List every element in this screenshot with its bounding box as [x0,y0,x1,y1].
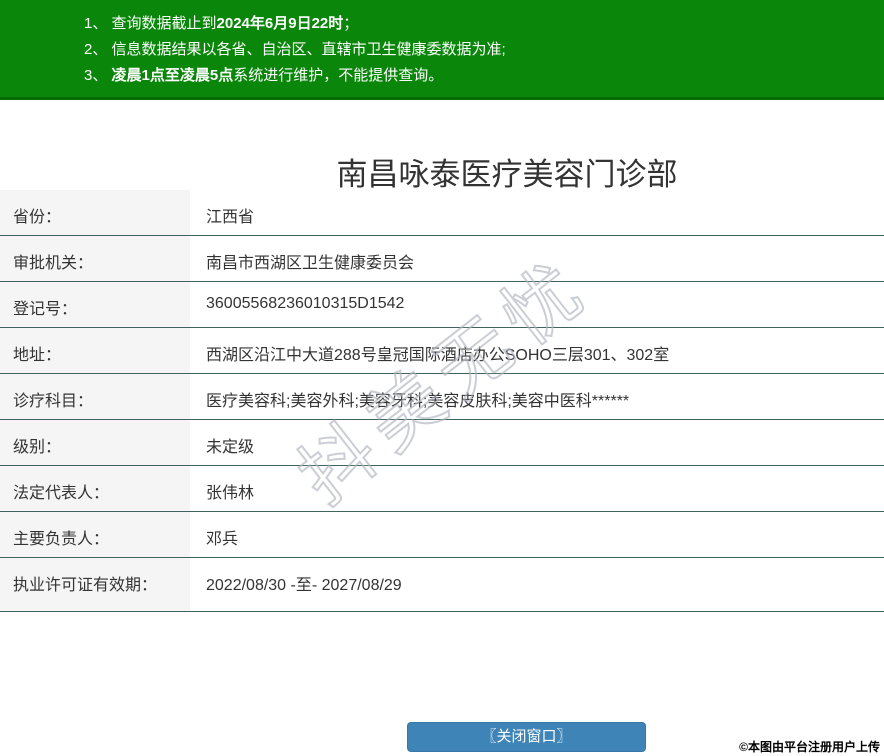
notice-line-2: 2、 信息数据结果以各省、自治区、直辖市卫生健康委数据为准; [84,37,884,63]
row-value: 江西省 [206,209,255,226]
row-value: 36005568236010315D1542 [206,295,405,312]
notice-1-number: 1、 [84,15,108,32]
table-row-principal: 主要负责人： 邓兵 [0,512,884,558]
table-row-registration-number: 登记号： 36005568236010315D1542 [0,282,884,328]
table-row-address: 地址： 西湖区沿江中大道288号皇冠国际酒店办公SOHO三层301、302室 [0,328,884,374]
notice-2-text: 信息数据结果以各省、自治区、直辖市卫生健康委数据为准; [111,41,506,58]
row-value: 西湖区沿江中大道288号皇冠国际酒店办公SOHO三层301、302室 [206,347,670,364]
institution-info-table: 省份： 江西省 审批机关： 南昌市西湖区卫生健康委员会 登记号： 3600556… [0,190,884,612]
row-value: 2022/08/30 -至- 2027/08/29 [206,577,402,594]
row-label: 法定代表人： [0,466,190,511]
notice-line-1: 1、 查询数据截止到2024年6月9日22时； [84,11,884,37]
page-title: 南昌咏泰医疗美容门诊部 [336,156,678,192]
table-row-license-validity: 执业许可证有效期： 2022/08/30 -至- 2027/08/29 [0,558,884,612]
notice-1-bold: 2024年6月9日22时 [216,15,344,32]
notice-3-post: 系统进行维护，不能提供查询。 [233,67,444,84]
close-window-button[interactable]: 〖关闭窗口〗 [407,722,646,752]
notice-3-number: 3、 [84,67,108,84]
notice-3-bold: 凌晨1点至凌晨5点 [111,67,234,84]
row-label: 执业许可证有效期： [0,558,190,611]
row-label: 主要负责人： [0,512,190,557]
row-label: 级别： [0,420,190,465]
row-value: 未定级 [206,439,255,456]
row-label: 登记号： [0,282,190,327]
row-label: 省份： [0,190,190,235]
row-value: 邓兵 [206,531,239,548]
table-row-treatment-subjects: 诊疗科目： 医疗美容科;美容外科;美容牙科;美容皮肤科;美容中医科****** [0,374,884,420]
notice-line-3: 3、 凌晨1点至凌晨5点系统进行维护，不能提供查询。 [84,63,884,89]
notice-1-text: 查询数据截止到 [111,15,217,32]
row-label: 地址： [0,328,190,373]
notice-2-number: 2、 [84,41,108,58]
row-label: 诊疗科目： [0,374,190,419]
row-value: 南昌市西湖区卫生健康委员会 [206,255,415,272]
notice-banner: 1、 查询数据截止到2024年6月9日22时； 2、 信息数据结果以各省、自治区… [0,0,884,100]
table-row-level: 级别： 未定级 [0,420,884,466]
table-row-province: 省份： 江西省 [0,190,884,236]
row-label: 审批机关： [0,236,190,281]
notice-1-post: ； [343,15,359,32]
uploader-copyright-note: ©本图由平台注册用户上传 [737,737,882,756]
row-value: 张伟林 [206,485,255,502]
table-row-legal-representative: 法定代表人： 张伟林 [0,466,884,512]
table-row-approval-authority: 审批机关： 南昌市西湖区卫生健康委员会 [0,236,884,282]
row-value: 医疗美容科;美容外科;美容牙科;美容皮肤科;美容中医科****** [206,393,630,410]
